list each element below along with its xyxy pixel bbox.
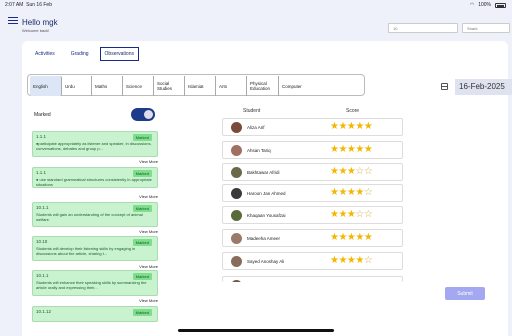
subject-social-studies[interactable]: Social Studies (154, 76, 185, 96)
subject-maths[interactable]: Maths (92, 76, 123, 96)
avatar (231, 145, 242, 156)
student-row[interactable]: Sayed Anoshay Ali ★★★★☆ (222, 252, 403, 270)
student-row[interactable]: Khaqaan Yousafzai ★★★☆☆ (222, 206, 403, 224)
calendar-icon[interactable] (441, 83, 448, 90)
view-more-link[interactable]: View More (139, 298, 158, 303)
avatar (231, 233, 242, 244)
observation-card[interactable]: 1.1.1 Marked ●participate appropriately … (32, 131, 158, 164)
home-indicator (178, 329, 334, 332)
star-rating[interactable]: ★★★☆☆ (330, 166, 373, 178)
subject-urdu[interactable]: Urdu (62, 76, 92, 96)
avatar (231, 122, 242, 133)
greeting-subtitle: Welcome back! (22, 28, 50, 33)
status-icons: ◠ 100% (470, 2, 506, 8)
student-name: Haroon Jan Ahmed (247, 191, 286, 196)
observation-text: Students will enhance their speaking ski… (36, 280, 147, 290)
avatar (231, 256, 242, 267)
greeting-title: Hello mgk (22, 18, 58, 27)
student-name: Khaqaan Yousafzai (247, 213, 286, 218)
star-rating[interactable]: ★★★☆☆ (330, 209, 373, 221)
battery-icon (495, 2, 506, 8)
status-time: 2:07 AM Sun 16 Feb (5, 2, 52, 8)
view-more-link[interactable]: View More (139, 159, 158, 164)
tab-observations[interactable]: Observations (99, 47, 139, 61)
student-name: Bakhtawar Afridi (247, 170, 280, 175)
marked-badge: Marked (132, 170, 152, 177)
student-row[interactable] (222, 276, 403, 282)
subject-arts[interactable]: Arts (216, 76, 247, 96)
student-row[interactable]: Ahsan Tariq ★★★★★ (222, 141, 403, 159)
battery-percent: 100% (478, 2, 491, 8)
marked-label: Marked (34, 112, 51, 118)
star-rating[interactable]: ★★★★★ (330, 144, 373, 156)
menu-icon[interactable] (8, 17, 18, 26)
date-field[interactable]: 16-Feb-2025 (455, 79, 512, 95)
tab-activities[interactable]: Activities (30, 47, 60, 61)
subject-computer[interactable]: Computer (279, 76, 309, 96)
subject-english[interactable]: English (30, 76, 62, 96)
observation-card[interactable]: 10.10 Marked Students will develop their… (32, 236, 158, 269)
student-name: Sayed Anoshay Ali (247, 259, 285, 264)
observation-card[interactable]: 1.1.1 Marked ● use standard grammatical … (32, 167, 158, 199)
section-select[interactable]: Shark (462, 23, 510, 33)
student-row[interactable]: Haroon Jan Ahmed ★★★★☆ (222, 184, 403, 202)
marked-badge: Marked (132, 309, 152, 316)
observation-text: ● use standard grammatical structures co… (36, 177, 152, 187)
subject-physical-education[interactable]: Physical Education (247, 76, 279, 96)
tab-bar: Activities Grading Observations (30, 47, 139, 61)
marked-badge: Marked (132, 134, 152, 141)
marked-badge: Marked (132, 239, 152, 246)
student-row[interactable]: Aliza Arif ★★★★★ (222, 118, 403, 136)
class-select[interactable]: 10 (388, 23, 458, 33)
observation-text: Students will develop their listening sk… (36, 246, 136, 256)
observation-card[interactable]: 10.1.1 Marked Students will enhance thei… (32, 270, 158, 303)
tab-grading[interactable]: Grading (66, 47, 94, 61)
avatar (231, 188, 242, 199)
observation-text: ●participate appropriately as listener a… (36, 141, 152, 151)
star-rating[interactable]: ★★★★☆ (330, 187, 373, 199)
status-bar: 2:07 AM Sun 16 Feb ◠ 100% (0, 0, 512, 9)
score-column-header: Score (346, 108, 360, 114)
marked-toggle[interactable] (131, 108, 155, 121)
subject-islamiat[interactable]: Islamiat (185, 76, 216, 96)
marked-badge: Marked (132, 205, 152, 212)
student-name: Aliza Arif (247, 125, 265, 130)
observation-card[interactable]: 10.1.1 Marked Students will gain an unde… (32, 202, 158, 234)
star-rating[interactable]: ★★★★★ (330, 232, 373, 244)
submit-button[interactable]: Submit (445, 287, 485, 300)
avatar (231, 280, 242, 282)
observation-text: Students will gain an understanding of t… (36, 212, 143, 222)
view-more-link[interactable]: View More (139, 229, 158, 234)
student-name: Madeeha Ameer (247, 236, 281, 241)
student-column-header: Student (243, 108, 261, 114)
subject-bar: English Urdu Maths Science Social Studie… (27, 74, 365, 96)
subject-science[interactable]: Science (123, 76, 154, 96)
student-name: Ahsan Tariq (247, 148, 271, 153)
view-more-link[interactable]: View More (139, 194, 158, 199)
student-row[interactable]: Bakhtawar Afridi ★★★☆☆ (222, 163, 403, 181)
student-row[interactable]: Madeeha Ameer ★★★★★ (222, 229, 403, 247)
star-rating[interactable]: ★★★★☆ (330, 255, 373, 267)
wifi-icon: ◠ (469, 2, 475, 8)
star-rating[interactable]: ★★★★★ (330, 121, 373, 133)
avatar (231, 210, 242, 221)
observation-card[interactable]: 10.1.12 Marked (32, 306, 158, 322)
view-more-link[interactable]: View More (139, 264, 158, 269)
avatar (231, 167, 242, 178)
marked-badge: Marked (132, 273, 152, 280)
